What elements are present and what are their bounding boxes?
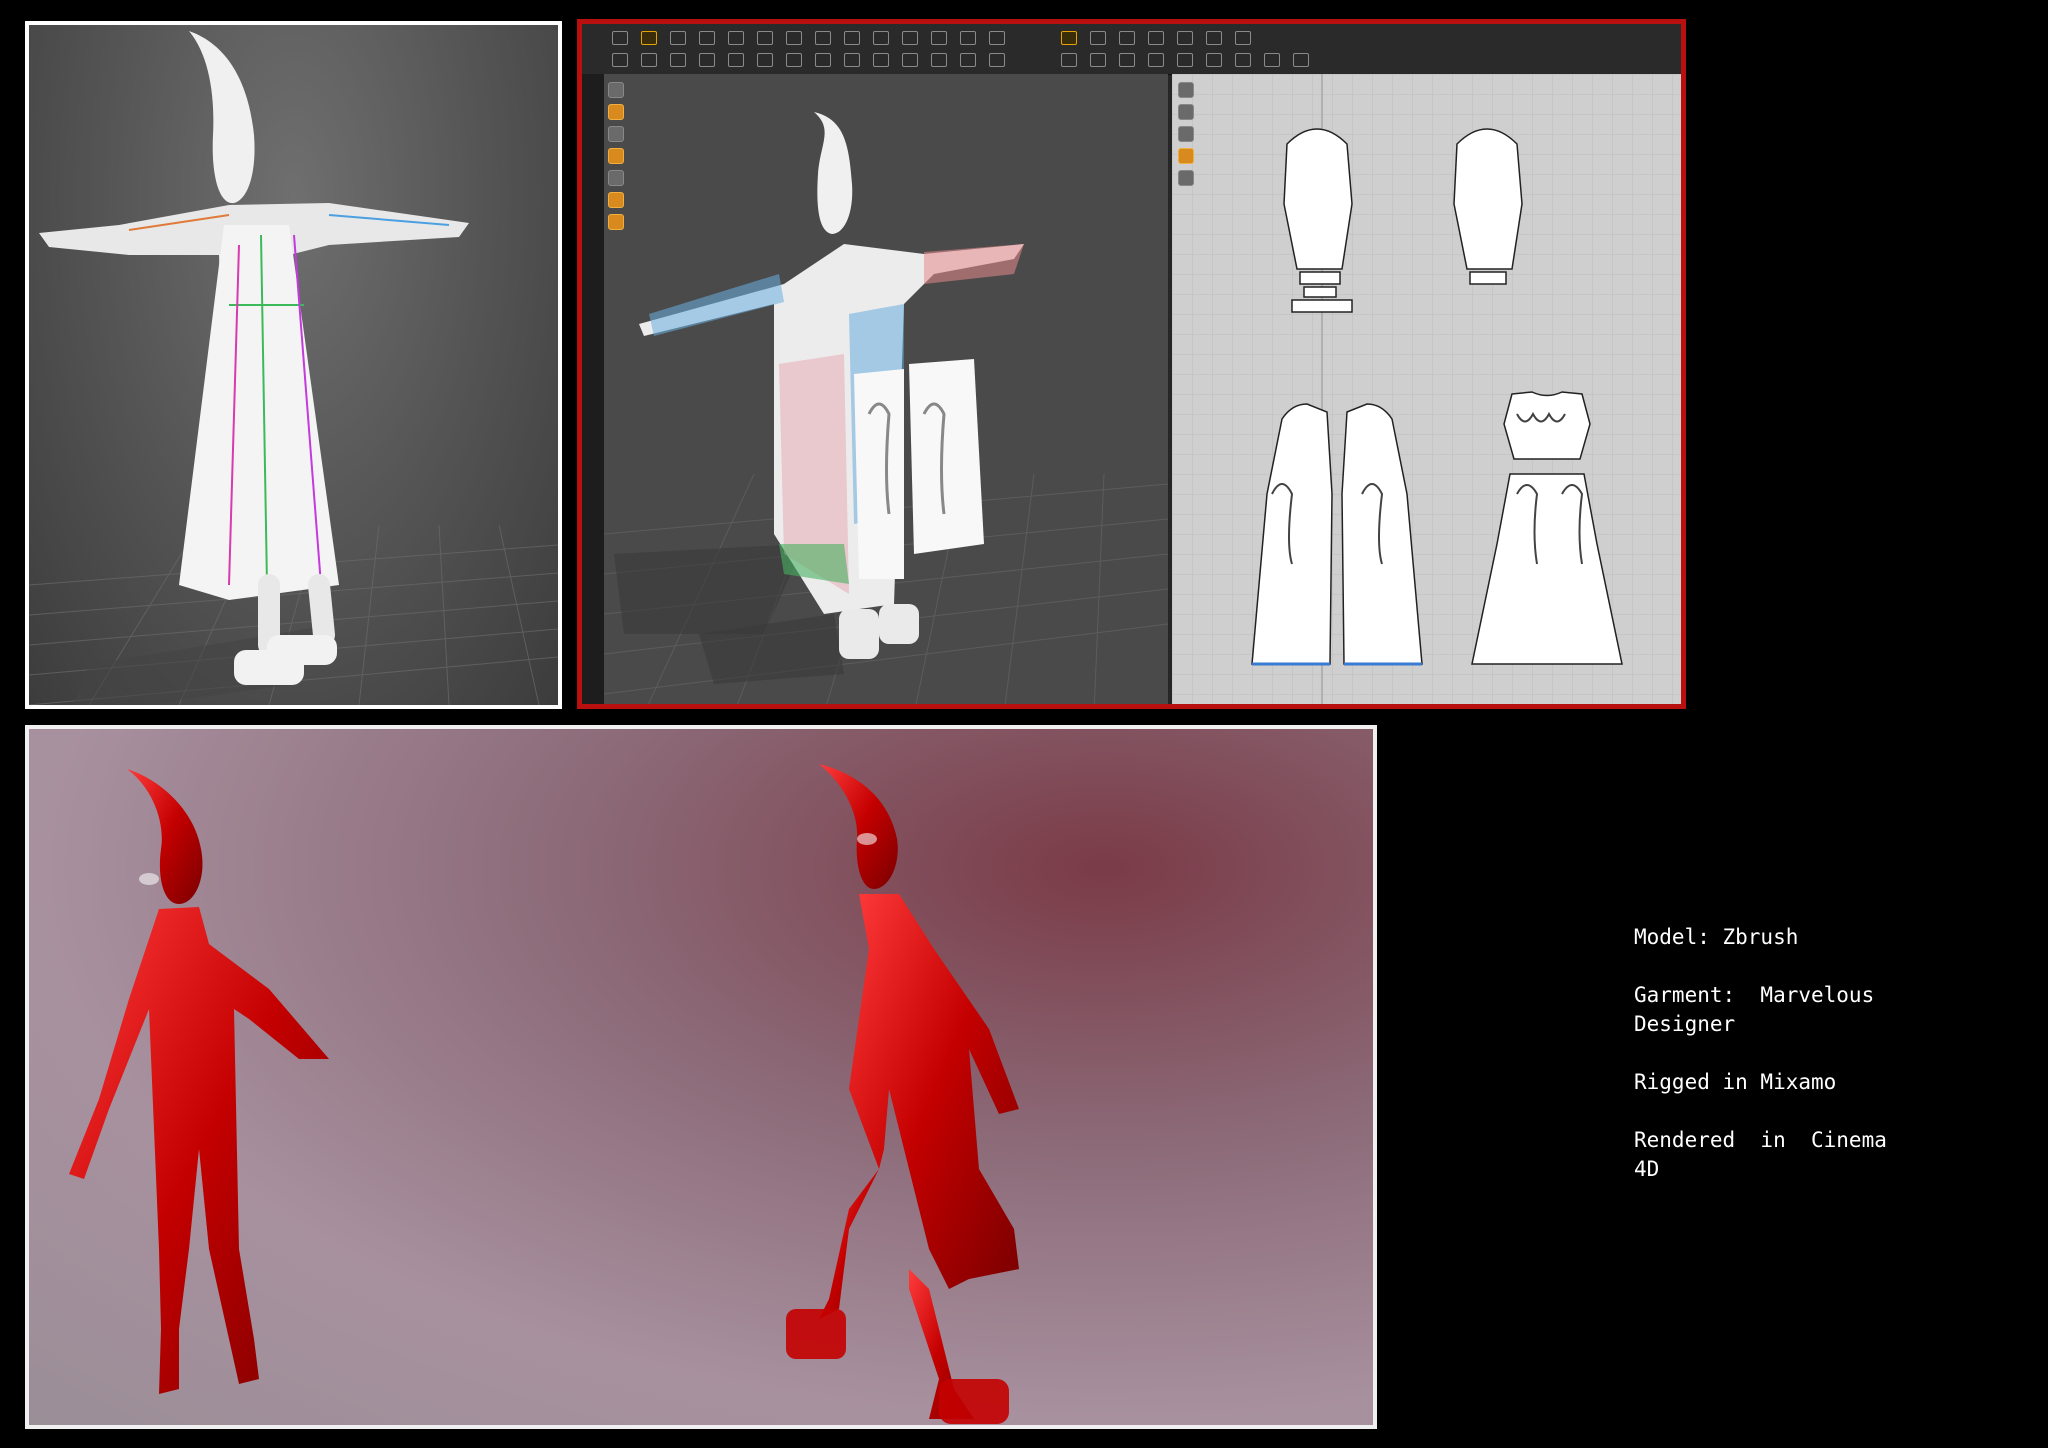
- toolbar-tool-icon[interactable]: [1235, 53, 1251, 67]
- toolbar-tool-icon[interactable]: [902, 53, 918, 67]
- 3d-garment-view: [604, 112, 1168, 704]
- 3d-view-tool-icon[interactable]: [608, 170, 624, 186]
- credit-garment: Garment: Marvelous Designer: [1634, 983, 1875, 1036]
- red-figure-left: [69, 769, 329, 1394]
- toolbar-tool-icon[interactable]: [1061, 53, 1077, 67]
- toolbar-tool-icon[interactable]: [670, 31, 686, 45]
- toolbar-tool-icon[interactable]: [844, 53, 860, 67]
- toolbar-tool-icon[interactable]: [699, 53, 715, 67]
- white-figure: [39, 31, 469, 685]
- toolbar-tool-icon[interactable]: [757, 53, 773, 67]
- 2d-pattern-tool-icon[interactable]: [1178, 104, 1194, 120]
- toolbar-tool-icon[interactable]: [641, 53, 657, 67]
- toolbar-tool-icon[interactable]: [1148, 31, 1164, 45]
- toolbar-tool-icon[interactable]: [670, 53, 686, 67]
- toolbar-tool-icon[interactable]: [815, 31, 831, 45]
- toolbar-tool-icon[interactable]: [931, 53, 947, 67]
- 2d-pattern-view: [1172, 74, 1681, 704]
- side-tab-strip[interactable]: [582, 74, 605, 704]
- toolbar-row-top: [612, 28, 1251, 48]
- toolbar-tool-icon[interactable]: [699, 31, 715, 45]
- 3d-viewport[interactable]: [604, 74, 1168, 704]
- toolbar-tool-icon[interactable]: [641, 31, 657, 45]
- 3d-view-tool-icon[interactable]: [608, 148, 624, 164]
- toolbar-tool-icon[interactable]: [960, 31, 976, 45]
- 2d-view-toolbar: [1178, 82, 1196, 186]
- toolbar-tool-icon[interactable]: [1264, 53, 1280, 67]
- garment-software-panel: [577, 19, 1686, 709]
- toolbar-tool-icon[interactable]: [1206, 31, 1222, 45]
- toolbar-tool-icon[interactable]: [1293, 53, 1309, 67]
- toolbar-tool-icon[interactable]: [1119, 31, 1135, 45]
- toolbar-tool-icon[interactable]: [1148, 53, 1164, 67]
- credit-rendered: Rendered in Cinema 4D: [1634, 1128, 1887, 1181]
- toolbar-tool-icon[interactable]: [728, 31, 744, 45]
- model-preview-image: [29, 31, 558, 705]
- 3d-view-tool-icon[interactable]: [608, 214, 624, 230]
- model-preview-panel: [25, 21, 562, 709]
- final-render-panel: [25, 725, 1377, 1429]
- main-toolbar: [582, 24, 1681, 75]
- final-render-image: [69, 764, 1019, 1424]
- 3d-view-toolbar: [608, 82, 626, 230]
- 2d-pattern-tool-icon[interactable]: [1178, 82, 1194, 98]
- 2d-pattern-tool-icon[interactable]: [1178, 126, 1194, 142]
- toolbar-tool-icon[interactable]: [989, 31, 1005, 45]
- credits-block: Model: Zbrush Garment: Marvelous Designe…: [1634, 923, 1974, 1213]
- toolbar-tool-icon[interactable]: [989, 53, 1005, 67]
- credit-model: Model: Zbrush: [1634, 925, 1799, 949]
- toolbar-tool-icon[interactable]: [1090, 53, 1106, 67]
- 2d-pattern-tool-icon[interactable]: [1178, 148, 1194, 164]
- 3d-view-tool-icon[interactable]: [608, 104, 624, 120]
- toolbar-tool-icon[interactable]: [902, 31, 918, 45]
- toolbar-tool-icon[interactable]: [1090, 31, 1106, 45]
- toolbar-tool-icon[interactable]: [786, 31, 802, 45]
- toolbar-tool-icon[interactable]: [873, 31, 889, 45]
- toolbar-tool-icon[interactable]: [757, 31, 773, 45]
- toolbar-tool-icon[interactable]: [960, 53, 976, 67]
- toolbar-tool-icon[interactable]: [873, 53, 889, 67]
- toolbar-tool-icon[interactable]: [931, 31, 947, 45]
- toolbar-tool-icon[interactable]: [1206, 53, 1222, 67]
- toolbar-tool-icon[interactable]: [1235, 31, 1251, 45]
- toolbar-tool-icon[interactable]: [786, 53, 802, 67]
- toolbar-tool-icon[interactable]: [1119, 53, 1135, 67]
- 3d-view-tool-icon[interactable]: [608, 192, 624, 208]
- toolbar-tool-icon[interactable]: [815, 53, 831, 67]
- 2d-pattern-viewport[interactable]: [1172, 74, 1681, 704]
- toolbar-row-bottom: [612, 50, 1309, 70]
- toolbar-tool-icon[interactable]: [1177, 53, 1193, 67]
- 2d-pattern-tool-icon[interactable]: [1178, 170, 1194, 186]
- toolbar-tool-icon[interactable]: [612, 53, 628, 67]
- 3d-view-tool-icon[interactable]: [608, 82, 624, 98]
- toolbar-tool-icon[interactable]: [612, 31, 628, 45]
- toolbar-tool-icon[interactable]: [1177, 31, 1193, 45]
- toolbar-tool-icon[interactable]: [1061, 31, 1077, 45]
- red-figure-right: [819, 764, 1019, 1419]
- toolbar-tool-icon[interactable]: [728, 53, 744, 67]
- toolbar-tool-icon[interactable]: [844, 31, 860, 45]
- 3d-view-tool-icon[interactable]: [608, 126, 624, 142]
- credit-rigged: Rigged in Mixamo: [1634, 1070, 1837, 1094]
